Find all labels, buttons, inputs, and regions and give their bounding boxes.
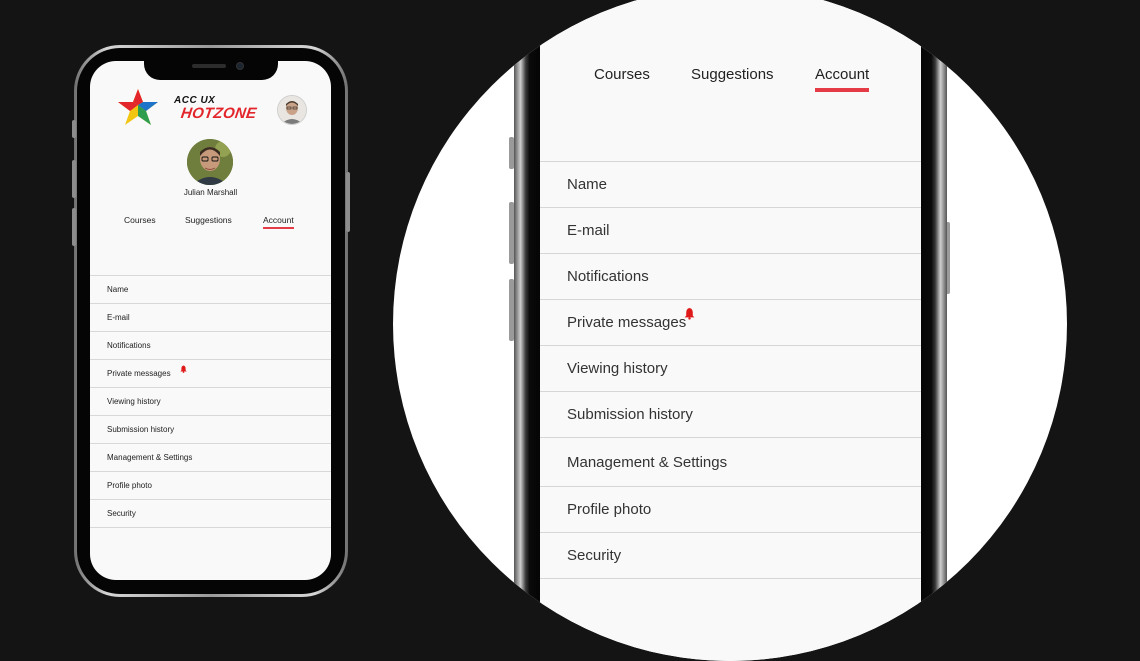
tab-suggestions[interactable]: Suggestions xyxy=(691,66,774,83)
menu-item-email[interactable]: E-mail xyxy=(540,208,921,254)
menu-item-name[interactable]: Name xyxy=(540,162,921,208)
menu-item-label: Viewing history xyxy=(107,397,161,406)
menu-item-notifications[interactable]: Notifications xyxy=(540,254,921,300)
profile-name: Julian Marshall xyxy=(183,188,238,197)
menu-item-label: Profile photo xyxy=(567,501,652,518)
magnifier-lens: Courses Suggestions Account Name E-mail … xyxy=(393,0,1067,661)
menu-item-label: Viewing history xyxy=(567,360,668,377)
bell-icon xyxy=(684,308,695,320)
phone-volume-up xyxy=(72,160,76,198)
menu-item-notifications[interactable]: Notifications xyxy=(90,332,331,360)
phone-frame-right xyxy=(921,0,947,661)
menu-item-submission-history[interactable]: Submission history xyxy=(540,392,921,438)
menu-item-security[interactable]: Security xyxy=(90,500,331,528)
account-menu: Name E-mail Notifications Private messag… xyxy=(90,275,331,528)
tab-suggestions[interactable]: Suggestions xyxy=(185,215,232,225)
tab-courses[interactable]: Courses xyxy=(124,215,156,225)
menu-item-security[interactable]: Security xyxy=(540,533,921,579)
menu-item-management-settings[interactable]: Management & Settings xyxy=(540,438,921,487)
menu-item-label: Management & Settings xyxy=(107,453,193,462)
brand-title: HOTZONE xyxy=(179,105,258,122)
menu-item-email[interactable]: E-mail xyxy=(90,304,331,332)
bell-icon xyxy=(180,365,187,373)
menu-item-label: Security xyxy=(567,547,622,564)
tab-bar: Courses Suggestions Account xyxy=(90,215,331,235)
account-menu: Name E-mail Notifications Private messag… xyxy=(540,161,921,579)
tab-courses[interactable]: Courses xyxy=(594,66,650,83)
phone-power-button xyxy=(346,172,350,232)
menu-item-viewing-history[interactable]: Viewing history xyxy=(90,388,331,416)
menu-item-label: Submission history xyxy=(107,425,175,434)
menu-item-label: Private messages xyxy=(567,314,687,331)
speaker-grille xyxy=(192,64,226,68)
user-avatar-icon xyxy=(278,96,306,124)
phone-notch xyxy=(144,58,278,80)
menu-item-label: Security xyxy=(107,509,136,518)
menu-item-viewing-history[interactable]: Viewing history xyxy=(540,346,921,392)
tab-bar: Courses Suggestions Account xyxy=(540,66,921,96)
star-logo-icon xyxy=(118,89,158,125)
menu-item-label: Name xyxy=(567,176,608,193)
menu-item-label: Private messages xyxy=(107,369,171,378)
menu-item-label: E-mail xyxy=(107,313,130,322)
tab-account[interactable]: Account xyxy=(263,215,294,229)
menu-item-submission-history[interactable]: Submission history xyxy=(90,416,331,444)
header-avatar[interactable] xyxy=(277,95,307,125)
menu-item-label: Management & Settings xyxy=(567,454,728,471)
menu-item-label: Profile photo xyxy=(107,481,152,490)
menu-item-label: Name xyxy=(107,285,129,294)
phone-volume-down xyxy=(72,208,76,246)
menu-item-profile-photo[interactable]: Profile photo xyxy=(90,472,331,500)
phone-frame-left xyxy=(514,0,540,661)
menu-item-label: E-mail xyxy=(567,222,610,239)
camera-icon xyxy=(236,62,244,70)
phone-silent-switch xyxy=(72,120,76,138)
menu-item-management-settings[interactable]: Management & Settings xyxy=(90,444,331,472)
tab-account[interactable]: Account xyxy=(815,66,870,92)
menu-item-private-messages[interactable]: Private messages xyxy=(90,360,331,388)
menu-item-profile-photo[interactable]: Profile photo xyxy=(540,487,921,533)
phone-screen: ACC UX HOTZONE Julian Marshall Courses S… xyxy=(90,61,331,580)
menu-item-name[interactable]: Name xyxy=(90,276,331,304)
menu-item-label: Notifications xyxy=(107,341,151,350)
user-avatar-icon xyxy=(187,139,233,185)
zoomed-screen: Courses Suggestions Account Name E-mail … xyxy=(540,0,921,661)
menu-item-label: Submission history xyxy=(567,406,693,423)
menu-item-private-messages[interactable]: Private messages xyxy=(540,300,921,346)
profile-avatar xyxy=(187,139,233,185)
menu-item-label: Notifications xyxy=(567,268,649,285)
